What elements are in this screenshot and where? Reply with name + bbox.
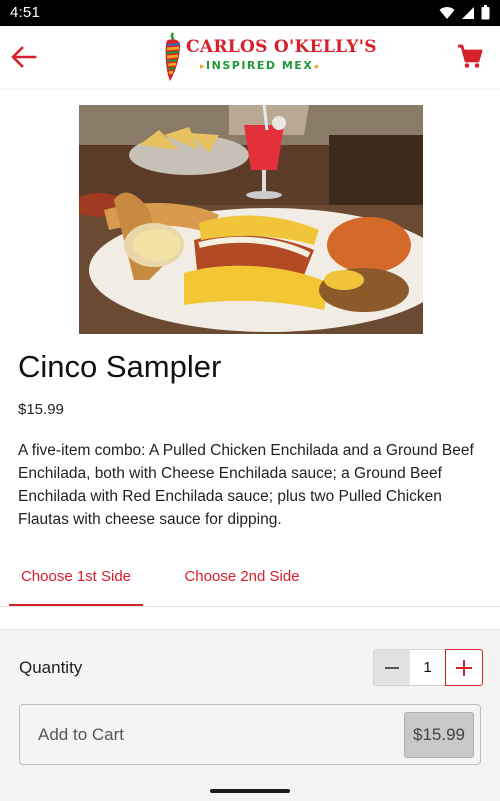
back-button[interactable] <box>8 41 40 73</box>
quantity-value[interactable]: 1 <box>410 649 445 686</box>
status-bar: 4:51 <box>0 0 500 26</box>
side-tabs: Choose 1st Side Choose 2nd Side <box>0 556 500 607</box>
chili-pepper-logo-icon <box>165 32 181 81</box>
status-icons <box>439 5 490 20</box>
brand-logo: CARLOS O'KELLY'S ▸INSPIRED MEX◂ <box>160 31 376 83</box>
app-bar: CARLOS O'KELLY'S ▸INSPIRED MEX◂ <box>0 26 500 88</box>
logo-wordmark: CARLOS O'KELLY'S <box>186 37 377 57</box>
order-panel: Quantity 1 Add to Cart $15.99 <box>0 629 500 801</box>
product-description: A five-item combo: A Pulled Chicken Ench… <box>18 442 474 528</box>
logo-tagline: ▸INSPIRED MEX◂ <box>200 59 320 72</box>
food-photo <box>79 105 423 334</box>
shopping-cart-icon <box>458 44 483 68</box>
product-price: $15.99 <box>18 401 64 418</box>
cart-button[interactable] <box>456 42 484 70</box>
add-to-cart-button[interactable]: Add to Cart $15.99 <box>19 704 481 765</box>
decrease-quantity-button[interactable] <box>373 649 411 686</box>
quantity-label: Quantity <box>19 658 83 677</box>
product-title: Cinco Sampler <box>18 349 222 384</box>
battery-icon <box>481 5 490 20</box>
wifi-icon <box>439 6 455 19</box>
add-to-cart-price: $15.99 <box>404 712 474 758</box>
signal-icon <box>462 6 474 19</box>
status-time: 4:51 <box>10 4 40 21</box>
arrow-left-icon <box>11 46 37 68</box>
product-image <box>79 105 423 334</box>
add-to-cart-label: Add to Cart <box>38 725 124 744</box>
gesture-nav-handle[interactable] <box>210 789 290 793</box>
plus-icon <box>456 659 472 676</box>
tab-choose-1st-side[interactable]: Choose 1st Side <box>9 556 143 606</box>
quantity-stepper: 1 <box>373 649 483 686</box>
increase-quantity-button[interactable] <box>445 649 483 686</box>
minus-icon <box>385 666 399 669</box>
tab-choose-2nd-side[interactable]: Choose 2nd Side <box>170 556 314 604</box>
